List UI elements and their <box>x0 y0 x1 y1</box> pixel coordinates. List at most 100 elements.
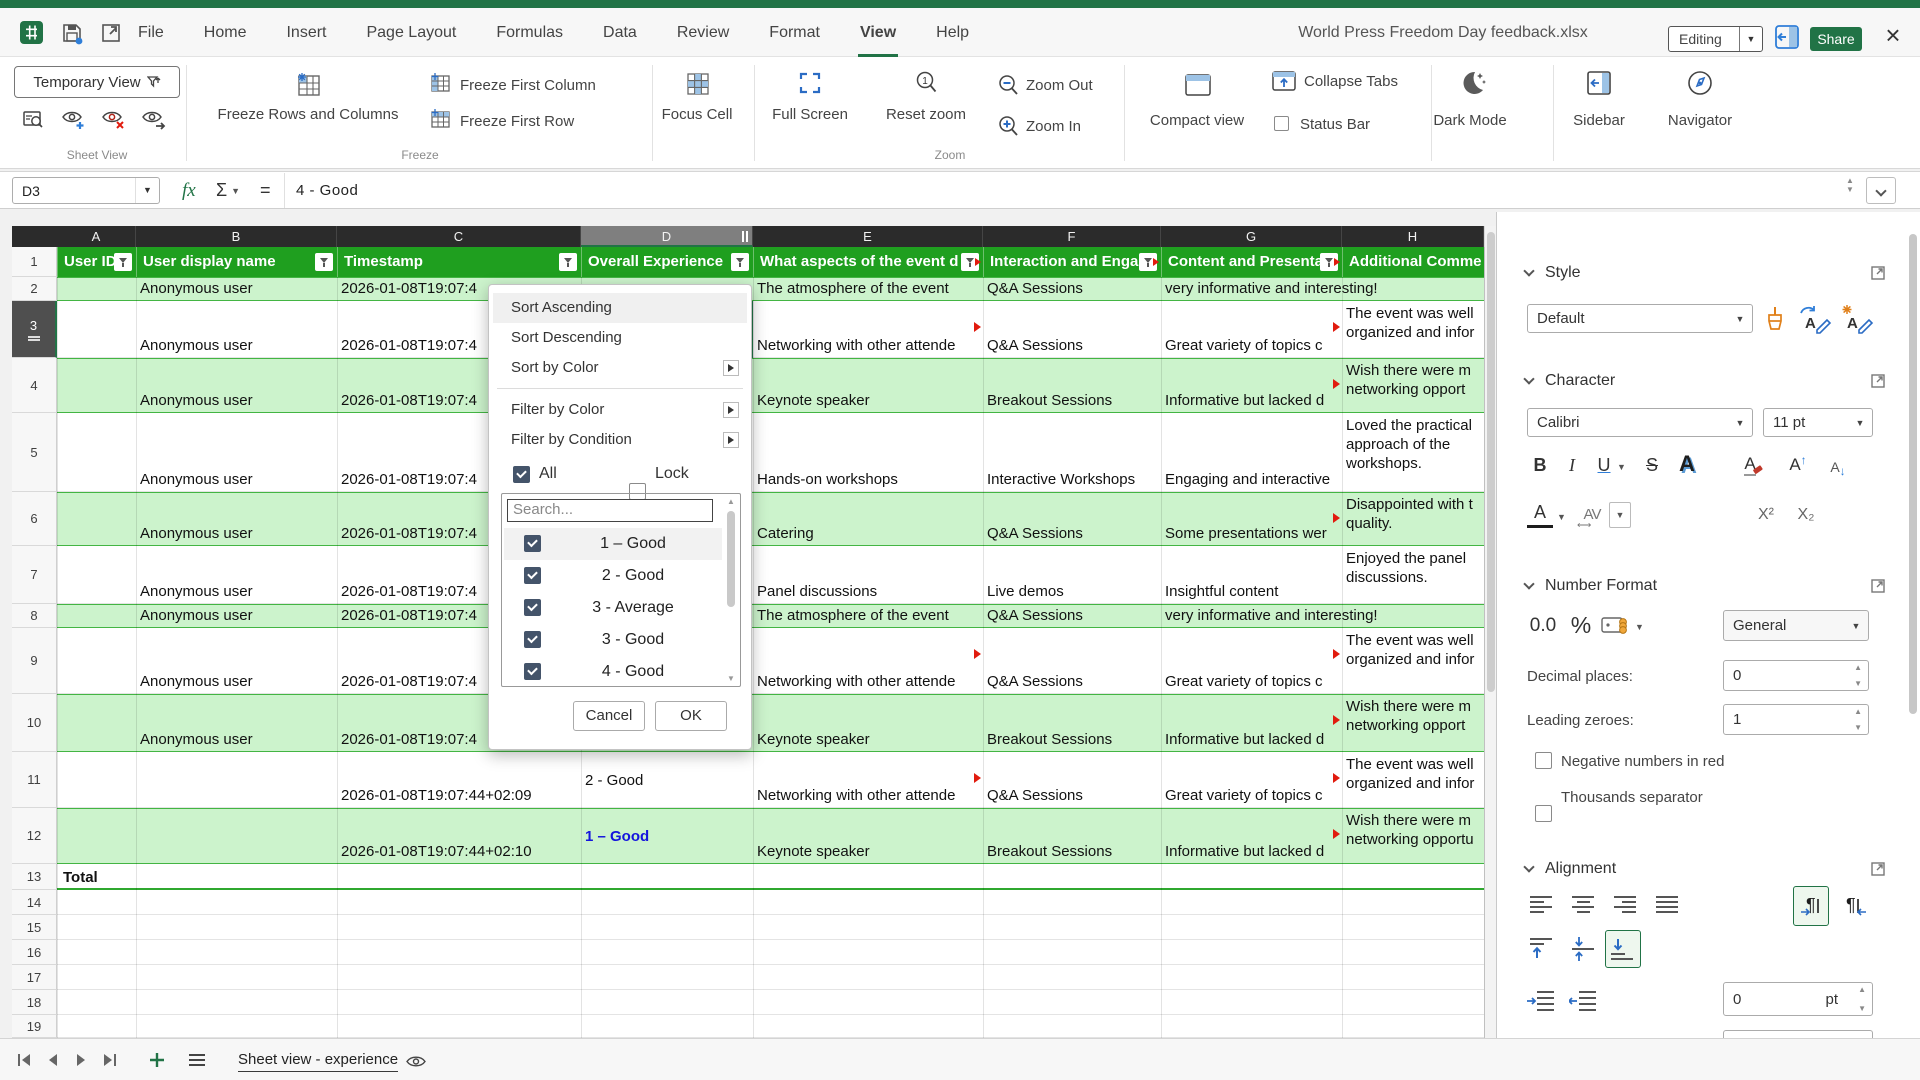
cell-H12-line2[interactable]: networking opportu <box>1346 830 1480 849</box>
row-fill-19[interactable] <box>57 1015 1484 1038</box>
row-header-18[interactable]: 18 <box>12 990 57 1015</box>
freeze-first-column-icon[interactable] <box>430 73 451 93</box>
full-screen-icon[interactable] <box>798 71 822 95</box>
zoom-out-button[interactable]: Zoom Out <box>1026 77 1093 94</box>
ok-button[interactable]: OK <box>655 701 727 731</box>
font-family-select[interactable]: Calibri▼ <box>1527 408 1753 437</box>
popup-menu-sort-by-color[interactable]: Sort by Color <box>493 353 747 383</box>
focus-cell-icon[interactable] <box>686 72 710 96</box>
collapse-sidebar-icon[interactable] <box>1773 23 1801 51</box>
cell-H5-line2[interactable]: approach of the <box>1346 435 1480 454</box>
rtl-paragraph-button[interactable]: ¶ <box>1837 886 1873 926</box>
cell-D12[interactable]: 1 – Good <box>585 808 749 864</box>
cell-F9[interactable]: Q&A Sessions <box>987 628 1157 694</box>
previous-sheet-icon[interactable] <box>44 1051 62 1069</box>
filter-value-row[interactable]: 1 – Good <box>504 528 722 560</box>
temporary-view-button[interactable]: Temporary View <box>14 66 180 98</box>
row-header-9[interactable]: 9 <box>12 628 57 694</box>
reset-zoom-button[interactable]: Reset zoom <box>870 106 982 123</box>
cell-H10-line2[interactable]: networking opport <box>1346 716 1480 735</box>
row-header-16[interactable]: 16 <box>12 940 57 965</box>
column-header-B[interactable]: B <box>136 226 337 247</box>
cell-G6[interactable]: Some presentations wer <box>1165 492 1338 546</box>
row-header-17[interactable]: 17 <box>12 965 57 990</box>
menu-help[interactable]: Help <box>916 8 989 57</box>
cell-E2[interactable]: The atmosphere of the event <box>757 277 979 301</box>
cell-E9[interactable]: Networking with other attende <box>757 628 979 694</box>
column-header-F[interactable]: F <box>983 226 1161 247</box>
column-header-C[interactable]: C <box>337 226 581 247</box>
filter-button-B[interactable] <box>315 253 333 271</box>
step-down-icon[interactable]: ▼ <box>1854 679 1862 688</box>
menu-formulas[interactable]: Formulas <box>476 8 583 57</box>
filter-button-A[interactable] <box>114 253 132 271</box>
navigator-icon[interactable] <box>1686 69 1714 97</box>
increase-indent-icon[interactable] <box>1527 988 1555 1012</box>
number-format-select[interactable]: General▼ <box>1723 610 1869 641</box>
subscript-button[interactable]: X₂ <box>1791 502 1821 528</box>
navigator-button[interactable]: Navigator <box>1652 112 1748 129</box>
popup-menu-sort-ascending[interactable]: Sort Ascending <box>493 293 747 323</box>
row-header-3[interactable]: 3 <box>12 301 57 358</box>
filter-button-E[interactable] <box>961 253 979 271</box>
cell-B5[interactable]: Anonymous user <box>140 413 333 492</box>
cell-B6[interactable]: Anonymous user <box>140 492 333 546</box>
menu-page-layout[interactable]: Page Layout <box>346 8 476 57</box>
cell-B3[interactable]: Anonymous user <box>140 301 333 358</box>
row-header-8[interactable]: 8 <box>12 604 57 628</box>
filter-button-F[interactable] <box>1139 253 1157 271</box>
thousands-separator-checkbox[interactable] <box>1535 805 1552 822</box>
cell-F12[interactable]: Breakout Sessions <box>987 808 1157 864</box>
table-header-B[interactable]: User display name <box>136 247 337 277</box>
cell-F5[interactable]: Interactive Workshops <box>987 413 1157 492</box>
row-header-5[interactable]: 5 <box>12 413 57 492</box>
next-sheet-icon[interactable] <box>72 1051 90 1069</box>
cell-G10[interactable]: Informative but lacked d <box>1165 694 1338 752</box>
row-fill-17[interactable] <box>57 965 1484 990</box>
scrollbar-thumb[interactable] <box>1487 232 1495 692</box>
filter-value-row[interactable]: 4 - Good <box>504 656 722 688</box>
cell-B2[interactable]: Anonymous user <box>140 277 333 301</box>
cell-F11[interactable]: Q&A Sessions <box>987 752 1157 808</box>
cell-H3-line1[interactable]: The event was well <box>1346 304 1480 323</box>
alignment-section-header[interactable]: Alignment <box>1525 860 1616 878</box>
cell-F7[interactable]: Live demos <box>987 546 1157 604</box>
cell-B9[interactable]: Anonymous user <box>140 628 333 694</box>
cell-E8[interactable]: The atmosphere of the event <box>757 604 979 628</box>
filter-value-checkbox[interactable] <box>524 567 541 584</box>
font-color-button[interactable]: A <box>1527 500 1553 528</box>
sheet-vertical-scrollbar[interactable] <box>1484 226 1496 1038</box>
decrease-indent-icon[interactable] <box>1569 988 1597 1012</box>
cell-E12[interactable]: Keynote speaker <box>757 808 979 864</box>
filter-value-checkbox[interactable] <box>524 599 541 616</box>
cell-E4[interactable]: Keynote speaker <box>757 358 979 413</box>
cell-G11[interactable]: Great variety of topics c <box>1165 752 1338 808</box>
cell-F4[interactable]: Breakout Sessions <box>987 358 1157 413</box>
cell-E3[interactable]: Networking with other attende <box>757 301 979 358</box>
menu-view[interactable]: View <box>840 8 916 57</box>
cell-F6[interactable]: Q&A Sessions <box>987 492 1157 546</box>
row-header-14[interactable]: 14 <box>12 890 57 915</box>
cell-H11-line1[interactable]: The event was well <box>1346 755 1480 774</box>
freeze-rows-columns-button[interactable]: Freeze Rows and Columns <box>196 106 420 123</box>
cancel-button[interactable]: Cancel <box>573 701 645 731</box>
cell-F10[interactable]: Breakout Sessions <box>987 694 1157 752</box>
row-resize-icon[interactable] <box>28 336 40 341</box>
decimal-places-stepper[interactable]: 0▲▼ <box>1723 660 1869 691</box>
last-sheet-icon[interactable] <box>100 1051 118 1069</box>
font-size-select[interactable]: 11 pt▼ <box>1763 408 1873 437</box>
first-sheet-icon[interactable] <box>16 1051 34 1069</box>
cell-H7-line2[interactable]: discussions. <box>1346 568 1480 587</box>
ltr-paragraph-button[interactable]: ¶ <box>1793 886 1829 926</box>
underline-button[interactable]: U <box>1591 452 1617 478</box>
cell-G12[interactable]: Informative but lacked d <box>1165 808 1338 864</box>
menu-format[interactable]: Format <box>749 8 840 57</box>
italic-button[interactable]: I <box>1559 452 1585 478</box>
step-up-icon[interactable]: ▲ <box>1854 663 1862 672</box>
row-fill-13[interactable] <box>57 864 1484 890</box>
cell-G4[interactable]: Informative but lacked d <box>1165 358 1338 413</box>
step-down-icon[interactable]: ▼ <box>1858 1004 1866 1013</box>
row-header-7[interactable]: 7 <box>12 546 57 604</box>
editing-mode-button[interactable]: Editing ▼ <box>1668 26 1763 52</box>
new-sheet-view-icon[interactable] <box>56 102 92 138</box>
